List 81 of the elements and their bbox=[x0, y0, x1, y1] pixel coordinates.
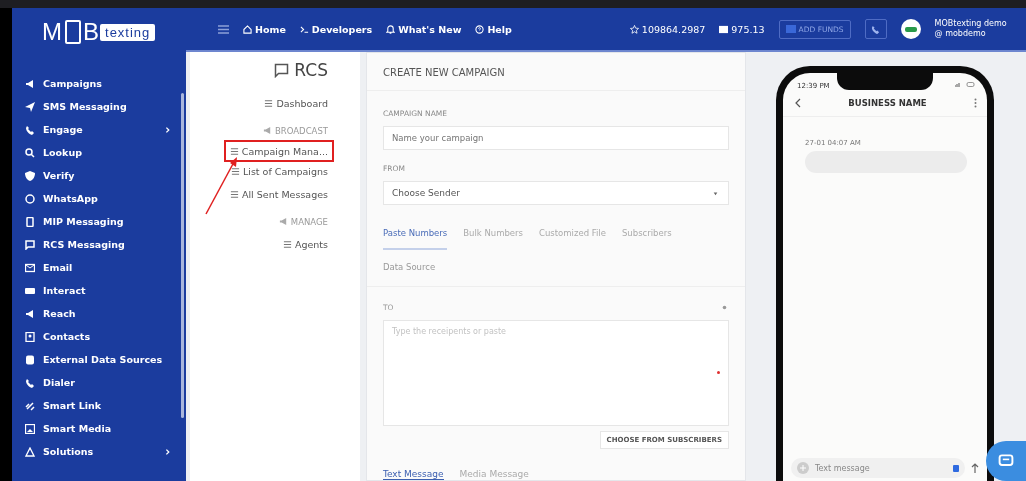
submenu-title: RCS bbox=[294, 60, 328, 80]
more-icon[interactable] bbox=[974, 98, 977, 108]
sidebar-item[interactable]: SMS Messaging bbox=[25, 97, 186, 116]
list-icon bbox=[231, 167, 240, 176]
sidebar-item[interactable]: Campaigns bbox=[25, 74, 186, 93]
nav-link[interactable]: Home bbox=[243, 23, 286, 35]
sidebar-item[interactable]: Lookup bbox=[25, 143, 186, 162]
terminal-icon bbox=[299, 24, 309, 34]
tab[interactable]: Paste Numbers bbox=[383, 227, 448, 250]
credits-value: 109864.2987 bbox=[641, 23, 706, 35]
sidebar-item[interactable]: Smart Link bbox=[25, 396, 186, 415]
avatar[interactable] bbox=[900, 19, 921, 39]
sidebar-item[interactable]: Smart Media bbox=[25, 419, 186, 438]
list-icon bbox=[264, 99, 274, 108]
triangle-icon bbox=[25, 446, 35, 457]
emoji-button[interactable] bbox=[953, 464, 959, 472]
user-name: MOBtexting demo bbox=[934, 19, 1007, 29]
user-handle: @ mobdemo bbox=[934, 29, 987, 39]
paper-plane-icon bbox=[25, 101, 35, 112]
nav-link[interactable]: What's New bbox=[386, 23, 462, 35]
submenu-item[interactable]: Campaign Mana... bbox=[225, 142, 332, 160]
bell-icon bbox=[386, 24, 396, 34]
megaphone-icon bbox=[263, 126, 272, 135]
sender-dropdown[interactable]: Choose Sender bbox=[383, 181, 729, 205]
sidebar-item[interactable]: Email bbox=[25, 258, 186, 277]
info-icon bbox=[720, 303, 729, 312]
help-icon bbox=[475, 24, 485, 34]
call-button[interactable] bbox=[864, 19, 887, 39]
submenu-item[interactable]: List of Campaigns bbox=[231, 160, 328, 183]
sidebar-item[interactable]: Contacts bbox=[25, 327, 186, 346]
business-name: BUSINESS NAME bbox=[848, 98, 927, 108]
sidebar-item[interactable]: WhatsApp bbox=[25, 189, 186, 208]
phone-icon bbox=[25, 377, 35, 388]
sidebar-item[interactable]: Reach bbox=[25, 304, 186, 323]
tab[interactable]: Text Message bbox=[383, 469, 444, 480]
menu-icon[interactable] bbox=[218, 24, 229, 34]
up-arrow-icon[interactable] bbox=[971, 463, 979, 473]
sidebar-item[interactable]: Engage bbox=[25, 120, 186, 139]
search-icon bbox=[25, 147, 35, 158]
chevron-icon bbox=[164, 447, 172, 456]
submenu-item[interactable]: Agents bbox=[282, 233, 328, 256]
sidebar-item[interactable]: Interact bbox=[25, 281, 186, 300]
wallet-icon bbox=[719, 24, 729, 34]
nav-link[interactable]: Developers bbox=[299, 23, 373, 35]
star-icon bbox=[629, 24, 639, 34]
mobile-icon bbox=[25, 216, 35, 227]
sidebar-item[interactable]: RCS Messaging bbox=[25, 235, 186, 254]
list-icon bbox=[229, 190, 239, 199]
input-field[interactable]: Name your campaign bbox=[383, 126, 729, 150]
back-icon[interactable] bbox=[795, 98, 801, 108]
sidebar-item[interactable]: External Data Sources bbox=[25, 350, 186, 369]
section-heading: MANAGE bbox=[278, 210, 328, 233]
shield-icon bbox=[25, 170, 35, 181]
megaphone-icon bbox=[25, 308, 35, 319]
card-title: CREATE NEW CAMPAIGN bbox=[367, 53, 745, 91]
logo: M B texting bbox=[42, 18, 156, 46]
home-icon bbox=[243, 24, 252, 34]
phone-icon bbox=[25, 124, 35, 135]
envelope-icon bbox=[25, 262, 35, 273]
balance-value: 975.13 bbox=[731, 23, 765, 35]
list-icon bbox=[229, 146, 239, 156]
contact-card-icon bbox=[25, 331, 35, 342]
phone-icon bbox=[871, 24, 881, 34]
megaphone-icon bbox=[278, 217, 288, 226]
chat-button[interactable] bbox=[986, 441, 1026, 481]
image-icon bbox=[25, 423, 35, 434]
sidebar-item[interactable]: Verify bbox=[25, 166, 186, 185]
sidebar-item[interactable]: Solutions bbox=[25, 442, 186, 461]
sidebar-item[interactable]: MIP Messaging bbox=[25, 212, 186, 231]
list-icon bbox=[282, 240, 292, 249]
data-source-label: Data Source bbox=[367, 250, 745, 287]
submenu-item[interactable]: All Sent Messages bbox=[229, 183, 328, 206]
submenu-item[interactable]: Dashboard bbox=[264, 92, 328, 115]
megaphone-icon bbox=[25, 78, 35, 89]
signal-battery-icon bbox=[955, 82, 975, 87]
sidebar-item[interactable]: Dialer bbox=[25, 373, 186, 392]
section-heading: BROADCAST bbox=[263, 119, 328, 142]
nav-link[interactable]: Help bbox=[475, 23, 512, 35]
scrollbar[interactable] bbox=[181, 93, 184, 418]
chevron-icon bbox=[164, 125, 172, 134]
link-icon bbox=[25, 400, 35, 411]
